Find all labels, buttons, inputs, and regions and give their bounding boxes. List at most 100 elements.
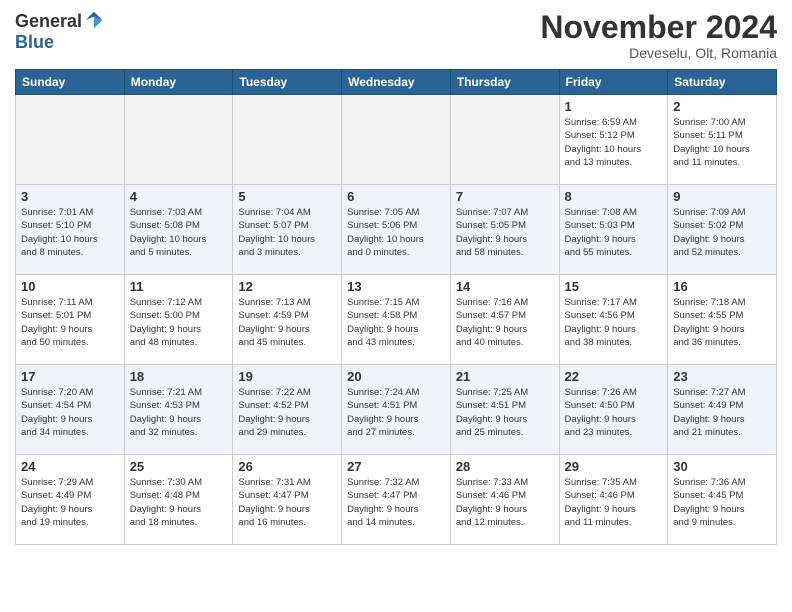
calendar-cell <box>342 95 451 185</box>
calendar-cell: 23Sunrise: 7:27 AM Sunset: 4:49 PM Dayli… <box>668 365 777 455</box>
calendar-cell: 20Sunrise: 7:24 AM Sunset: 4:51 PM Dayli… <box>342 365 451 455</box>
day-info: Sunrise: 7:29 AM Sunset: 4:49 PM Dayligh… <box>21 476 119 529</box>
day-number: 25 <box>130 459 228 474</box>
calendar-cell: 12 Sunrise: 7:13 AM Sunset: 4:59 PM Dayli… <box>233 275 342 365</box>
calendar-week-1: 1 Sunrise: 6:59 AM Sunset: 5:12 PM Daylig… <box>16 95 777 185</box>
logo: General Blue <box>15 10 104 53</box>
day-info: Sunrise: 7:11 AM Sunset: 5:01 PM Dayligh… <box>21 296 119 349</box>
calendar-week-4: 17Sunrise: 7:20 AM Sunset: 4:54 PM Dayli… <box>16 365 777 455</box>
day-number: 24 <box>21 459 119 474</box>
header-tuesday: Tuesday <box>233 70 342 95</box>
day-info: Sunrise: 7:21 AM Sunset: 4:53 PM Dayligh… <box>130 386 228 439</box>
day-info: Sunrise: 7:27 AM Sunset: 4:49 PM Dayligh… <box>673 386 771 439</box>
calendar-week-3: 10 Sunrise: 7:11 AM Sunset: 5:01 PM Dayli… <box>16 275 777 365</box>
calendar-cell: 24 Sunrise: 7:29 AM Sunset: 4:49 PM Dayli… <box>16 455 125 545</box>
day-number: 26 <box>238 459 336 474</box>
day-number: 5 <box>238 189 336 204</box>
title-block: November 2024 Deveselu, Olt, Romania <box>540 10 777 61</box>
location-subtitle: Deveselu, Olt, Romania <box>540 45 777 61</box>
day-number: 27 <box>347 459 445 474</box>
day-number: 10 <box>21 279 119 294</box>
day-info: Sunrise: 7:13 AM Sunset: 4:59 PM Dayligh… <box>238 296 336 349</box>
day-info: Sunrise: 7:12 AM Sunset: 5:00 PM Dayligh… <box>130 296 228 349</box>
month-title: November 2024 <box>540 10 777 45</box>
header-thursday: Thursday <box>450 70 559 95</box>
day-number: 18 <box>130 369 228 384</box>
day-info: Sunrise: 7:25 AM Sunset: 4:51 PM Dayligh… <box>456 386 554 439</box>
day-number: 11 <box>130 279 228 294</box>
calendar-cell: 14 Sunrise: 7:16 AM Sunset: 4:57 PM Dayli… <box>450 275 559 365</box>
day-info: Sunrise: 7:32 AM Sunset: 4:47 PM Dayligh… <box>347 476 445 529</box>
calendar-cell: 29 Sunrise: 7:35 AM Sunset: 4:46 PM Dayli… <box>559 455 668 545</box>
day-number: 14 <box>456 279 554 294</box>
calendar-cell <box>233 95 342 185</box>
header-wednesday: Wednesday <box>342 70 451 95</box>
calendar-cell: 21 Sunrise: 7:25 AM Sunset: 4:51 PM Dayli… <box>450 365 559 455</box>
calendar-cell: 30Sunrise: 7:36 AM Sunset: 4:45 PM Dayli… <box>668 455 777 545</box>
day-info: Sunrise: 7:03 AM Sunset: 5:08 PM Dayligh… <box>130 206 228 259</box>
header-friday: Friday <box>559 70 668 95</box>
calendar-cell <box>124 95 233 185</box>
day-number: 19 <box>238 369 336 384</box>
calendar-cell: 28 Sunrise: 7:33 AM Sunset: 4:46 PM Dayli… <box>450 455 559 545</box>
logo-blue-text: Blue <box>15 32 54 53</box>
day-number: 2 <box>673 99 771 114</box>
day-number: 16 <box>673 279 771 294</box>
calendar-cell: 8Sunrise: 7:08 AM Sunset: 5:03 PM Daylig… <box>559 185 668 275</box>
day-number: 28 <box>456 459 554 474</box>
day-info: Sunrise: 7:35 AM Sunset: 4:46 PM Dayligh… <box>565 476 663 529</box>
page-header: General Blue November 2024 Deveselu, Olt… <box>15 10 777 61</box>
day-number: 3 <box>21 189 119 204</box>
day-info: Sunrise: 7:24 AM Sunset: 4:51 PM Dayligh… <box>347 386 445 439</box>
calendar-cell: 17Sunrise: 7:20 AM Sunset: 4:54 PM Dayli… <box>16 365 125 455</box>
day-number: 30 <box>673 459 771 474</box>
day-info: Sunrise: 7:01 AM Sunset: 5:10 PM Dayligh… <box>21 206 119 259</box>
day-info: Sunrise: 7:17 AM Sunset: 4:56 PM Dayligh… <box>565 296 663 349</box>
calendar-cell: 22 Sunrise: 7:26 AM Sunset: 4:50 PM Dayli… <box>559 365 668 455</box>
calendar-cell: 13Sunrise: 7:15 AM Sunset: 4:58 PM Dayli… <box>342 275 451 365</box>
day-info: Sunrise: 7:33 AM Sunset: 4:46 PM Dayligh… <box>456 476 554 529</box>
day-number: 29 <box>565 459 663 474</box>
logo-general: General <box>15 11 82 32</box>
day-info: Sunrise: 7:30 AM Sunset: 4:48 PM Dayligh… <box>130 476 228 529</box>
calendar-week-5: 24 Sunrise: 7:29 AM Sunset: 4:49 PM Dayli… <box>16 455 777 545</box>
calendar-cell: 18 Sunrise: 7:21 AM Sunset: 4:53 PM Dayli… <box>124 365 233 455</box>
calendar-cell: 7Sunrise: 7:07 AM Sunset: 5:05 PM Daylig… <box>450 185 559 275</box>
calendar-header-row: Sunday Monday Tuesday Wednesday Thursday… <box>16 70 777 95</box>
day-info: Sunrise: 7:31 AM Sunset: 4:47 PM Dayligh… <box>238 476 336 529</box>
calendar-cell: 6Sunrise: 7:05 AM Sunset: 5:06 PM Daylig… <box>342 185 451 275</box>
day-info: Sunrise: 7:20 AM Sunset: 4:54 PM Dayligh… <box>21 386 119 439</box>
calendar-cell: 27 Sunrise: 7:32 AM Sunset: 4:47 PM Dayli… <box>342 455 451 545</box>
day-info: Sunrise: 7:04 AM Sunset: 5:07 PM Dayligh… <box>238 206 336 259</box>
calendar-cell: 26 Sunrise: 7:31 AM Sunset: 4:47 PM Dayli… <box>233 455 342 545</box>
calendar-cell: 16 Sunrise: 7:18 AM Sunset: 4:55 PM Dayli… <box>668 275 777 365</box>
day-number: 9 <box>673 189 771 204</box>
day-number: 22 <box>565 369 663 384</box>
calendar-cell: 25 Sunrise: 7:30 AM Sunset: 4:48 PM Dayli… <box>124 455 233 545</box>
day-number: 21 <box>456 369 554 384</box>
calendar-table: Sunday Monday Tuesday Wednesday Thursday… <box>15 69 777 545</box>
calendar-cell: 19 Sunrise: 7:22 AM Sunset: 4:52 PM Dayli… <box>233 365 342 455</box>
calendar-cell: 5 Sunrise: 7:04 AM Sunset: 5:07 PM Daylig… <box>233 185 342 275</box>
day-info: Sunrise: 7:07 AM Sunset: 5:05 PM Dayligh… <box>456 206 554 259</box>
day-number: 1 <box>565 99 663 114</box>
day-info: Sunrise: 7:08 AM Sunset: 5:03 PM Dayligh… <box>565 206 663 259</box>
day-info: Sunrise: 7:15 AM Sunset: 4:58 PM Dayligh… <box>347 296 445 349</box>
day-info: Sunrise: 7:26 AM Sunset: 4:50 PM Dayligh… <box>565 386 663 439</box>
calendar-cell: 9Sunrise: 7:09 AM Sunset: 5:02 PM Daylig… <box>668 185 777 275</box>
day-number: 15 <box>565 279 663 294</box>
day-info: Sunrise: 7:18 AM Sunset: 4:55 PM Dayligh… <box>673 296 771 349</box>
day-info: Sunrise: 7:16 AM Sunset: 4:57 PM Dayligh… <box>456 296 554 349</box>
day-number: 4 <box>130 189 228 204</box>
day-number: 12 <box>238 279 336 294</box>
header-saturday: Saturday <box>668 70 777 95</box>
calendar-cell: 2Sunrise: 7:00 AM Sunset: 5:11 PM Daylig… <box>668 95 777 185</box>
calendar-week-2: 3 Sunrise: 7:01 AM Sunset: 5:10 PM Daylig… <box>16 185 777 275</box>
header-sunday: Sunday <box>16 70 125 95</box>
day-info: Sunrise: 7:22 AM Sunset: 4:52 PM Dayligh… <box>238 386 336 439</box>
calendar-cell: 15 Sunrise: 7:17 AM Sunset: 4:56 PM Dayli… <box>559 275 668 365</box>
day-info: Sunrise: 6:59 AM Sunset: 5:12 PM Dayligh… <box>565 116 663 169</box>
logo-text: General <box>15 10 104 32</box>
calendar-cell: 11 Sunrise: 7:12 AM Sunset: 5:00 PM Dayli… <box>124 275 233 365</box>
calendar-cell <box>16 95 125 185</box>
